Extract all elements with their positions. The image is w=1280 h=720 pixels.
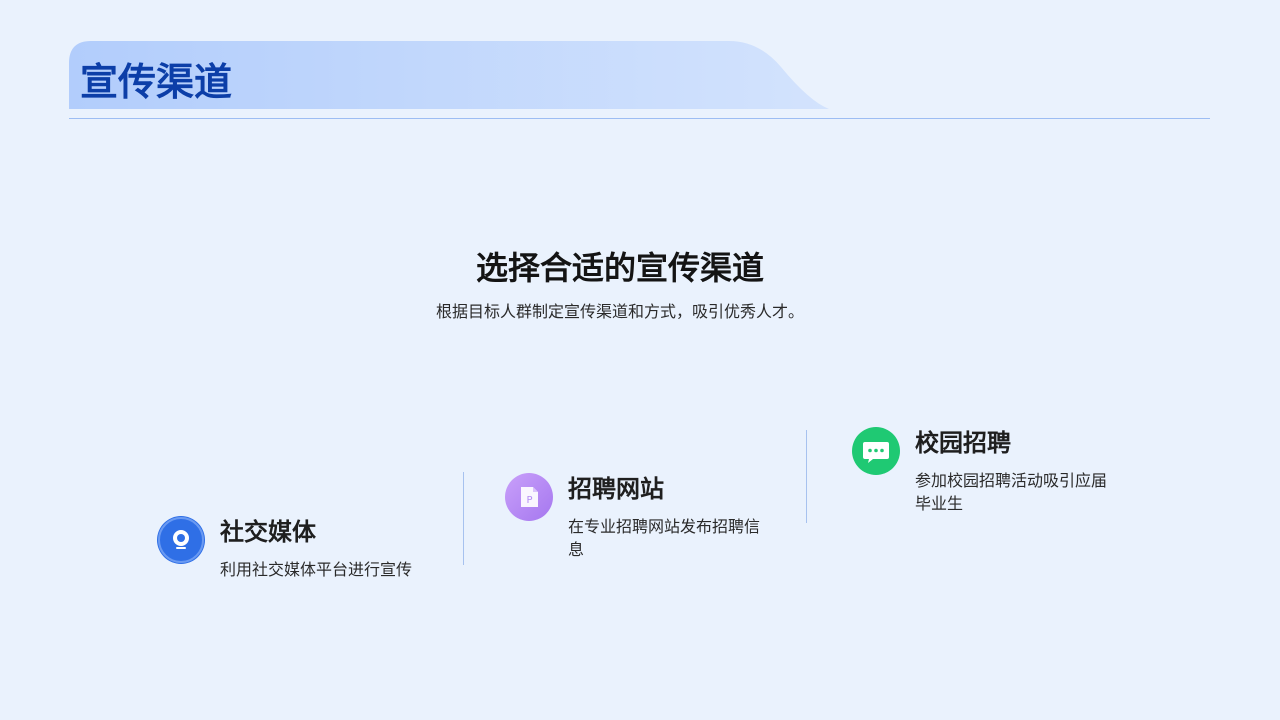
document-p-icon: P <box>505 473 553 521</box>
channel-title: 社交媒体 <box>220 518 316 546</box>
header-divider <box>69 118 1210 119</box>
channel-divider <box>463 472 464 565</box>
channel-description: 在专业招聘网站发布招聘信息 <box>568 517 761 559</box>
channel-description: 利用社交媒体平台进行宣传 <box>220 560 413 579</box>
channel-title: 招聘网站 <box>568 475 664 503</box>
chat-bubble-icon <box>852 427 900 475</box>
section-subtitle: 根据目标人群制定宣传渠道和方式，吸引优秀人才。 <box>435 302 804 321</box>
section-heading: 选择合适的宣传渠道 <box>475 249 764 287</box>
page-title: 宣传渠道 <box>80 60 233 104</box>
channel-title: 校园招聘 <box>915 429 1011 457</box>
channel-description: 参加校园招聘活动吸引应届毕业生 <box>915 471 1108 513</box>
webcam-icon <box>157 516 205 564</box>
svg-text:P: P <box>526 495 532 506</box>
channel-divider <box>806 430 807 523</box>
